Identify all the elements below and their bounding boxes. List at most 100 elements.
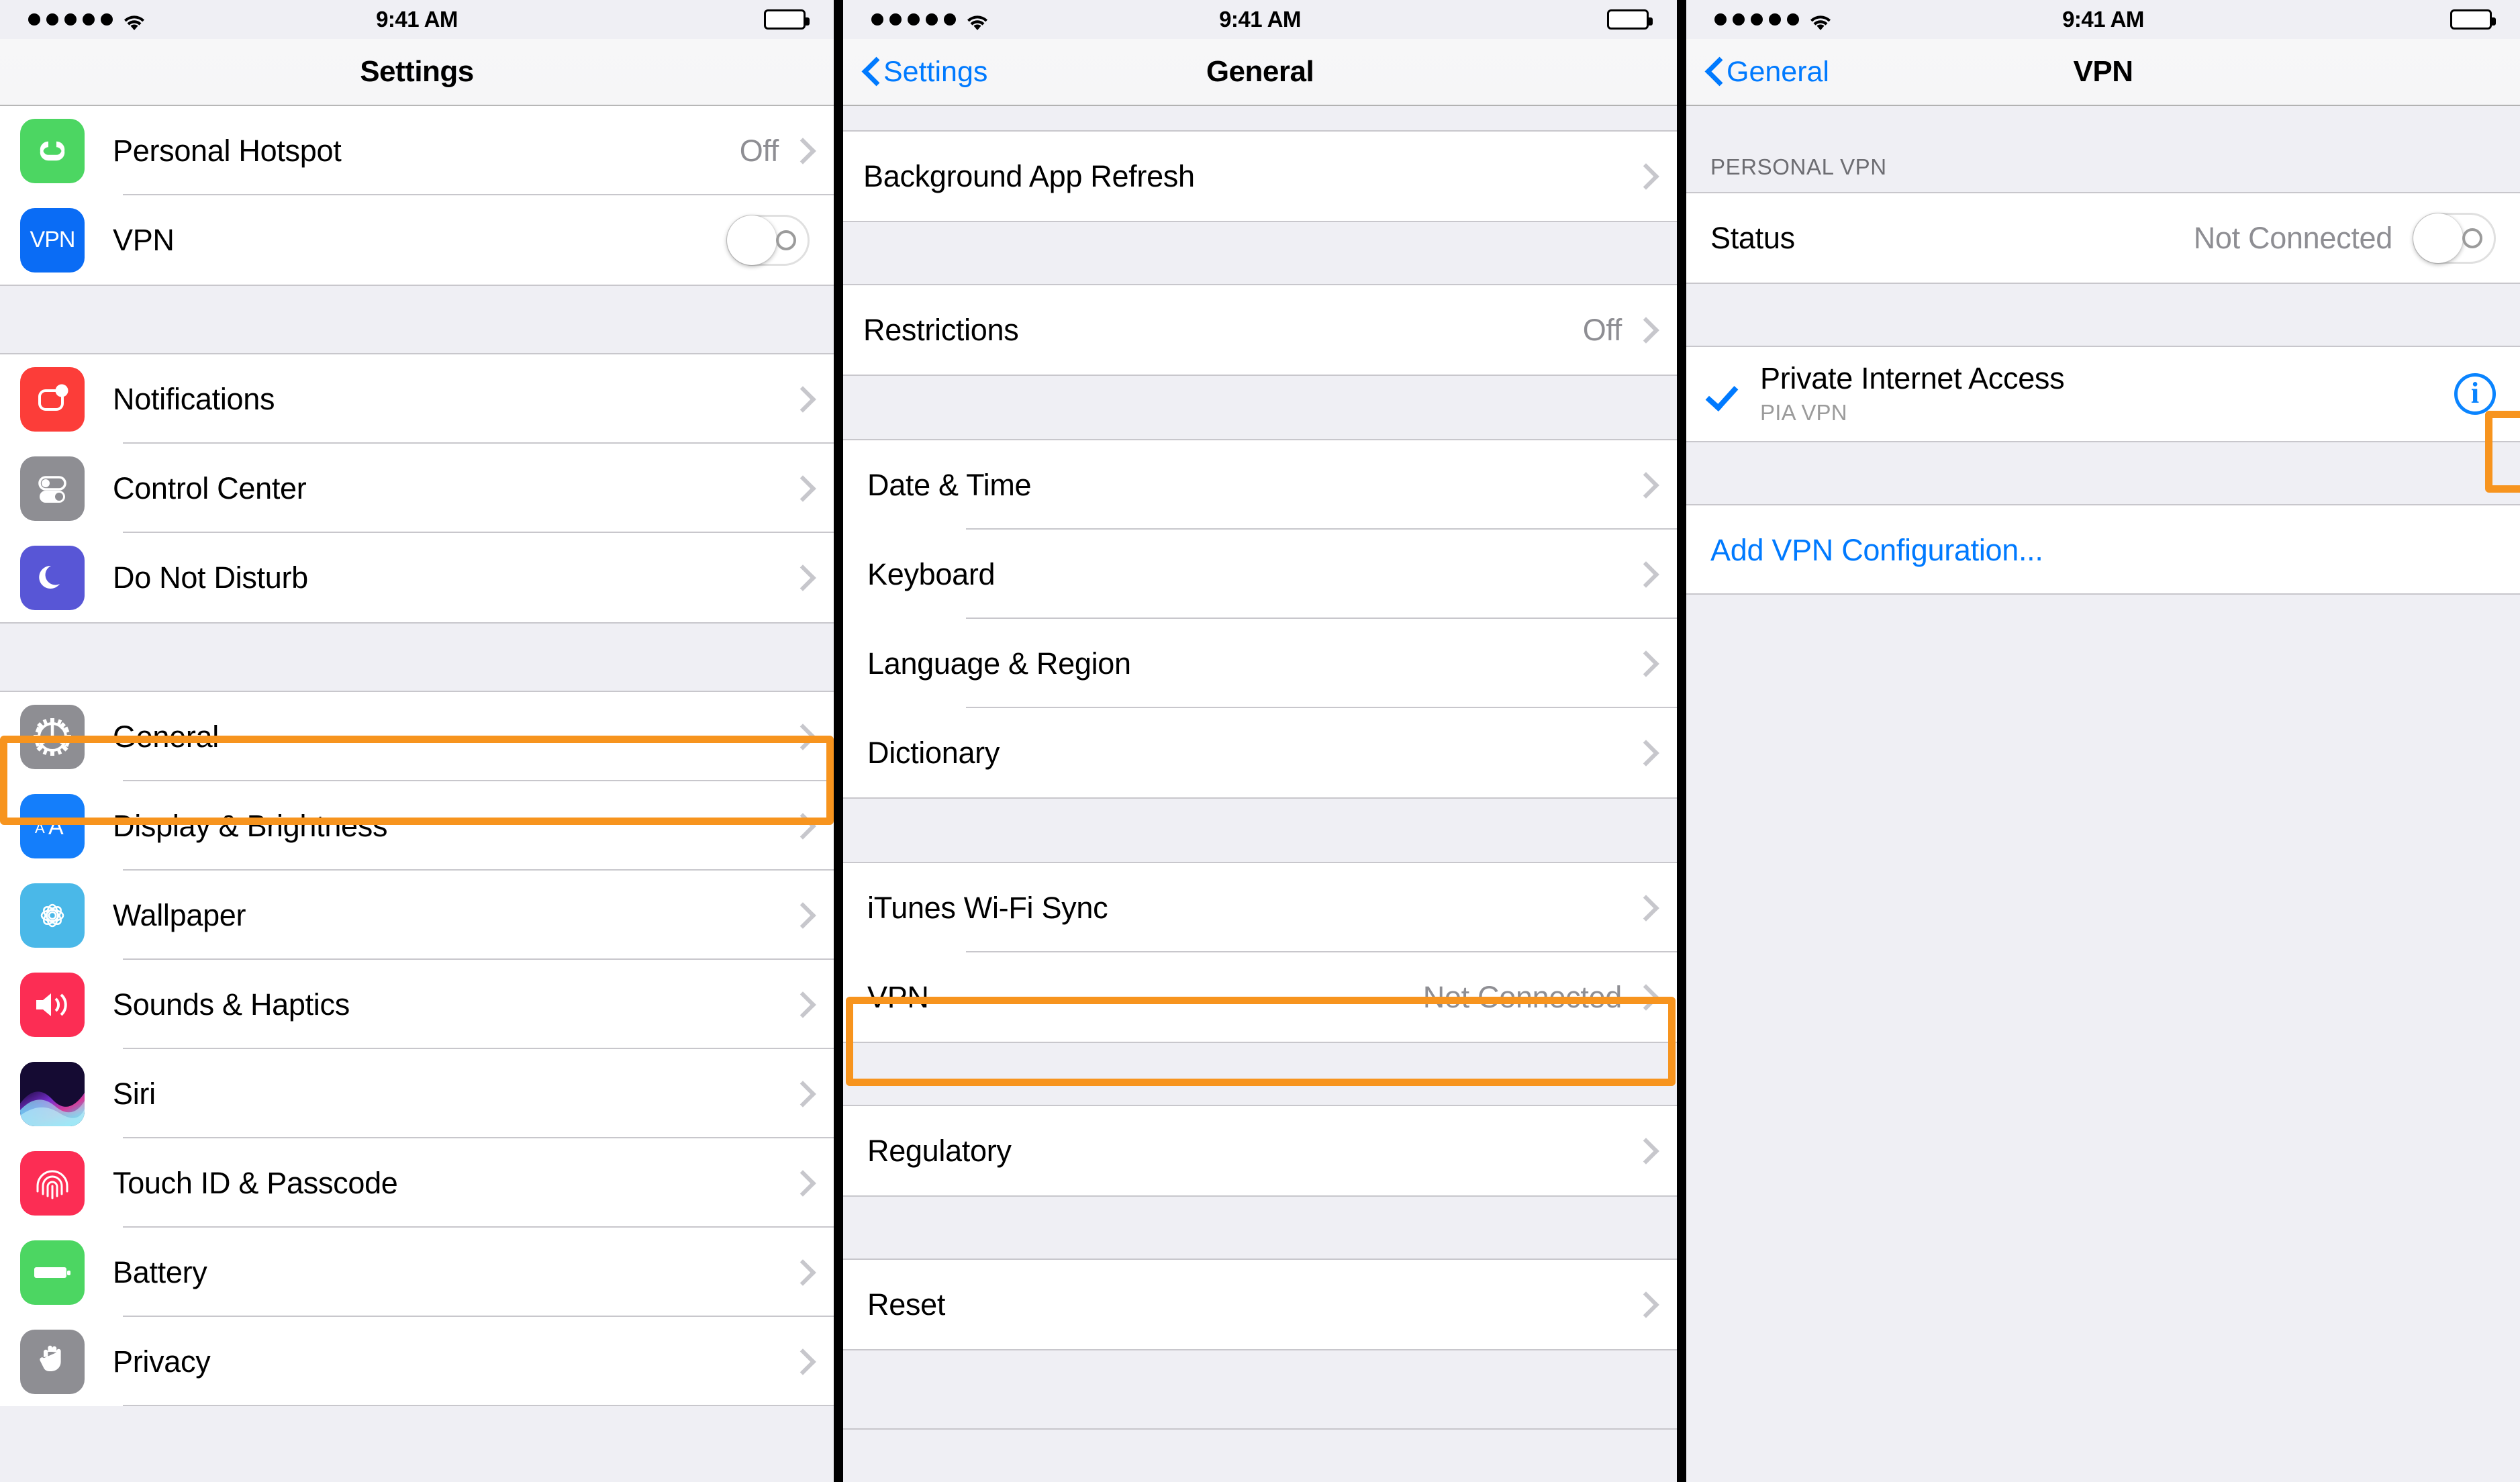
list-top-gap bbox=[843, 106, 1677, 132]
chevron-right-icon bbox=[1639, 985, 1653, 1009]
status-right-2 bbox=[1607, 9, 1653, 30]
settings-row-display-brightness[interactable]: AA Display & Brightness bbox=[0, 781, 834, 871]
chevron-right-icon bbox=[796, 139, 810, 163]
vpn-config-text: Private Internet Access PIA VPN bbox=[1760, 360, 2065, 426]
settings-group-alerts: Notifications Control Center Do Not Dist… bbox=[0, 354, 834, 622]
settings-row-battery[interactable]: Battery bbox=[0, 1228, 834, 1317]
row-label: Reset bbox=[867, 1287, 946, 1322]
settings-row-vpn[interactable]: VPN VPN bbox=[0, 195, 834, 285]
status-right-1 bbox=[764, 9, 810, 30]
settings-row-sounds-haptics[interactable]: Sounds & Haptics bbox=[0, 960, 834, 1049]
chevron-right-icon bbox=[796, 1350, 810, 1374]
control-center-icon bbox=[20, 456, 85, 521]
settings-row-wallpaper[interactable]: Wallpaper bbox=[0, 871, 834, 960]
settings-row-general[interactable]: General bbox=[0, 692, 834, 781]
vpn-status-toggle[interactable] bbox=[2413, 212, 2496, 264]
row-label: VPN bbox=[113, 222, 175, 257]
back-button-label: General bbox=[1727, 55, 1829, 88]
vpn-gap-1 bbox=[1686, 283, 2520, 347]
settings-row-touch-id-passcode[interactable]: Touch ID & Passcode bbox=[0, 1138, 834, 1228]
settings-row-notifications[interactable]: Notifications bbox=[0, 354, 834, 444]
chevron-right-icon bbox=[796, 814, 810, 838]
vpn-group-add: Add VPN Configuration... bbox=[1686, 505, 2520, 595]
general-row-reset[interactable]: Reset bbox=[843, 1260, 1677, 1349]
status-time-3: 9:41 AM bbox=[2062, 7, 2144, 32]
general-group-6: Reset bbox=[843, 1260, 1677, 1349]
row-label: Display & Brightness bbox=[113, 808, 388, 843]
siri-icon bbox=[20, 1061, 85, 1126]
row-label: Add VPN Configuration... bbox=[1710, 532, 2043, 567]
chevron-left-icon bbox=[863, 59, 878, 85]
general-row-date-time[interactable]: Date & Time bbox=[843, 440, 1677, 530]
settings-row-privacy[interactable]: Privacy bbox=[0, 1317, 834, 1406]
general-row-itunes-wifi-sync[interactable]: iTunes Wi-Fi Sync bbox=[843, 863, 1677, 952]
vpn-toggle[interactable] bbox=[726, 214, 810, 266]
settings-row-control-center[interactable]: Control Center bbox=[0, 444, 834, 533]
info-circle-icon[interactable]: i bbox=[2454, 373, 2496, 415]
row-label: Status bbox=[1710, 220, 1795, 255]
general-row-dictionary[interactable]: Dictionary bbox=[843, 708, 1677, 797]
general-group-5: Regulatory bbox=[843, 1106, 1677, 1195]
battery-icon bbox=[20, 1240, 85, 1305]
vpn-row-private-internet-access[interactable]: Private Internet Access PIA VPN i bbox=[1686, 347, 2520, 441]
general-row-vpn[interactable]: VPN Not Connected bbox=[843, 952, 1677, 1042]
settings-row-personal-hotspot[interactable]: Personal Hotspot Off bbox=[0, 106, 834, 195]
status-time-1: 9:41 AM bbox=[376, 7, 458, 32]
battery-full-icon bbox=[1607, 9, 1653, 30]
row-label: Background App Refresh bbox=[863, 158, 1195, 193]
vpn-empty-area bbox=[1686, 595, 2520, 1482]
general-row-keyboard[interactable]: Keyboard bbox=[843, 530, 1677, 619]
settings-list[interactable]: Personal Hotspot Off VPN VPN Notificatio… bbox=[0, 106, 834, 1482]
notifications-icon bbox=[20, 366, 85, 432]
vpn-list[interactable]: PERSONAL VPN Status Not Connected Privat… bbox=[1686, 106, 2520, 1482]
nav-bar-2: Settings General bbox=[843, 39, 1677, 106]
info-glyph: i bbox=[2470, 377, 2480, 409]
wallpaper-icon bbox=[20, 883, 85, 948]
status-right-3 bbox=[2450, 9, 2496, 30]
chevron-right-icon bbox=[1639, 473, 1653, 497]
row-value: Off bbox=[739, 133, 779, 168]
row-label: iTunes Wi-Fi Sync bbox=[867, 890, 1108, 925]
chevron-right-icon bbox=[796, 1261, 810, 1285]
general-row-language-region[interactable]: Language & Region bbox=[843, 619, 1677, 708]
general-gap-6 bbox=[843, 1349, 1677, 1430]
touch-id-icon bbox=[20, 1150, 85, 1216]
back-button-settings[interactable]: Settings bbox=[843, 56, 987, 89]
row-label: Restrictions bbox=[863, 312, 1019, 347]
vpn-row-add-configuration[interactable]: Add VPN Configuration... bbox=[1686, 505, 2520, 595]
vpn-group-status: Status Not Connected bbox=[1686, 193, 2520, 283]
back-button-general[interactable]: General bbox=[1686, 56, 1829, 89]
general-group-4: iTunes Wi-Fi Sync VPN Not Connected bbox=[843, 863, 1677, 1042]
panel-settings: 9:41 AM Settings Personal Hotspot Off VP… bbox=[0, 0, 834, 1482]
chevron-right-icon bbox=[796, 725, 810, 749]
settings-row-siri[interactable]: Siri bbox=[0, 1049, 834, 1138]
vpn-config-subtitle: PIA VPN bbox=[1760, 400, 1847, 426]
row-label: Wallpaper bbox=[113, 897, 246, 932]
vpn-row-status[interactable]: Status Not Connected bbox=[1686, 193, 2520, 283]
status-time-2: 9:41 AM bbox=[1219, 7, 1301, 32]
privacy-hand-icon bbox=[20, 1329, 85, 1394]
svg-text:A: A bbox=[35, 820, 45, 836]
group-gap-2 bbox=[0, 622, 834, 692]
row-label: Do Not Disturb bbox=[113, 560, 308, 595]
row-label: Touch ID & Passcode bbox=[113, 1165, 398, 1200]
general-gap-4 bbox=[843, 1042, 1677, 1106]
chevron-right-icon bbox=[1639, 741, 1653, 765]
general-gap-1 bbox=[843, 221, 1677, 285]
chevron-left-icon bbox=[1706, 59, 1721, 85]
general-row-background-app-refresh[interactable]: Background App Refresh bbox=[843, 132, 1677, 221]
vpn-gap-2 bbox=[1686, 441, 2520, 505]
general-row-restrictions[interactable]: Restrictions Off bbox=[843, 285, 1677, 375]
chevron-right-icon bbox=[796, 477, 810, 501]
row-value: Not Connected bbox=[1422, 979, 1622, 1014]
row-label: Regulatory bbox=[867, 1133, 1012, 1168]
back-button-label: Settings bbox=[883, 55, 988, 88]
chevron-right-icon bbox=[1639, 896, 1653, 920]
vpn-config-title: Private Internet Access bbox=[1760, 360, 2065, 395]
status-bar-2: 9:41 AM bbox=[843, 0, 1677, 39]
settings-row-do-not-disturb[interactable]: Do Not Disturb bbox=[0, 533, 834, 622]
status-bar-3: 9:41 AM bbox=[1686, 0, 2520, 39]
general-list[interactable]: Background App Refresh Restrictions Off … bbox=[843, 106, 1677, 1482]
panel-divider-2 bbox=[1677, 0, 1686, 1482]
general-row-regulatory[interactable]: Regulatory bbox=[843, 1106, 1677, 1195]
